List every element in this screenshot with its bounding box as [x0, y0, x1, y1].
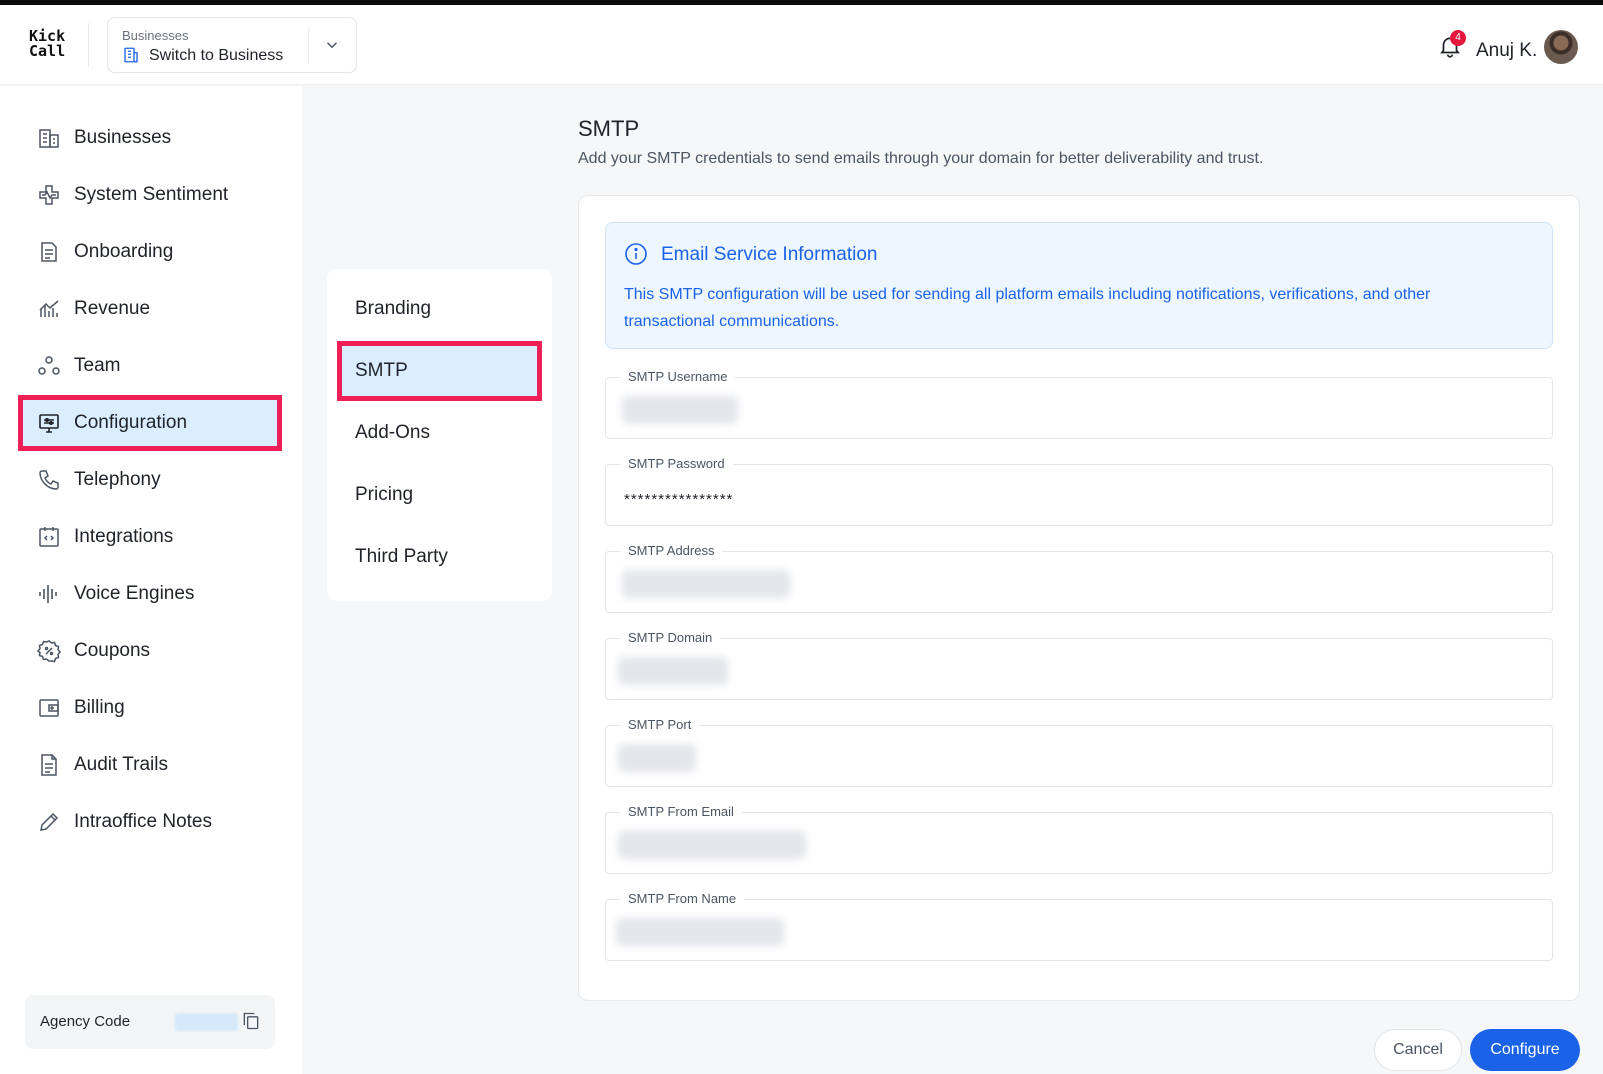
page-description: Add your SMTP credentials to send emails…: [578, 150, 1264, 167]
sidebar-item-businesses[interactable]: Businesses: [18, 110, 282, 166]
smtp-form-card: Email Service Information This SMTP conf…: [578, 195, 1580, 1001]
pencil-icon: [36, 809, 62, 835]
logo-line-2: Call: [29, 42, 66, 60]
field-label: SMTP Domain: [620, 630, 721, 645]
redacted-value: [618, 744, 696, 772]
sidebar-item-label: Audit Trails: [74, 754, 168, 775]
waveform-icon: [36, 581, 62, 607]
chevron-down-icon[interactable]: [323, 36, 341, 54]
info-title: Email Service Information: [661, 244, 878, 265]
page-title: SMTP: [578, 116, 640, 141]
smtp-from-name-field[interactable]: SMTP From Name: [605, 891, 1553, 961]
sidebar-item-label: Revenue: [74, 298, 151, 319]
subnav-item-add-ons[interactable]: Add-Ons: [337, 403, 542, 463]
header: Kick Call Businesses Switch to Business …: [0, 5, 1603, 85]
pulse-icon: [36, 182, 62, 208]
user-name[interactable]: Anuj K.: [1476, 40, 1537, 62]
divider: [88, 23, 89, 67]
configure-button[interactable]: Configure: [1470, 1029, 1580, 1071]
wallet-icon: [36, 695, 62, 721]
sidebar-item-revenue[interactable]: Revenue: [18, 281, 282, 337]
business-switcher-value: Switch to Business: [149, 47, 284, 64]
smtp-port-field[interactable]: SMTP Port: [605, 717, 1553, 787]
subnav-item-smtp[interactable]: SMTP: [337, 341, 542, 401]
config-subnav: Branding SMTP Add-Ons Pricing Third Part…: [327, 269, 552, 601]
file-lines-icon: [36, 752, 62, 778]
cancel-button[interactable]: Cancel: [1374, 1029, 1462, 1071]
building-icon: [124, 47, 138, 63]
info-icon: [625, 243, 647, 265]
sidebar-item-label: Voice Engines: [74, 583, 195, 604]
info-text: This SMTP configuration will be used for…: [624, 286, 1431, 330]
field-value: ****************: [624, 491, 734, 508]
smtp-address-field[interactable]: SMTP Address: [605, 543, 1553, 613]
sidebar-item-label: Team: [74, 355, 121, 376]
field-label: SMTP Address: [620, 543, 723, 558]
business-switcher[interactable]: Businesses Switch to Business: [107, 17, 357, 73]
redacted-value: [616, 918, 784, 946]
coupon-icon: [36, 638, 62, 664]
smtp-from-email-field[interactable]: SMTP From Email: [605, 804, 1553, 874]
team-icon: [36, 353, 62, 379]
smtp-username-field[interactable]: SMTP Username: [605, 369, 1553, 439]
notification-badge: 4: [1450, 30, 1466, 46]
sidebar-item-label: Integrations: [74, 526, 174, 547]
field-label: SMTP Port: [620, 717, 700, 732]
sidebar-item-configuration[interactable]: Configuration: [18, 395, 282, 451]
sidebar-item-integrations[interactable]: Integrations: [18, 509, 282, 565]
sidebar-item-label: Billing: [74, 697, 125, 718]
sidebar-item-label: Onboarding: [74, 241, 174, 262]
agency-code-box: Agency Code: [25, 995, 275, 1049]
smtp-domain-field[interactable]: SMTP Domain: [605, 630, 1553, 700]
avatar[interactable]: [1544, 30, 1578, 64]
monitor-settings-icon: [36, 410, 62, 436]
agency-code-label: Agency Code: [40, 1013, 131, 1030]
document-icon: [36, 239, 62, 265]
sidebar-item-coupons[interactable]: Coupons: [18, 623, 282, 679]
sidebar-item-label: Intraoffice Notes: [74, 811, 213, 832]
sidebar-item-label: Coupons: [74, 640, 151, 661]
redacted-value: [622, 396, 738, 424]
subnav-item-pricing[interactable]: Pricing: [337, 465, 542, 525]
info-banner: Email Service Information This SMTP conf…: [605, 222, 1553, 349]
sidebar-item-intraoffice-notes[interactable]: Intraoffice Notes: [18, 794, 282, 850]
sidebar-item-team[interactable]: Team: [18, 338, 282, 394]
agency-code-value: [175, 1013, 238, 1031]
logo[interactable]: Kick Call: [29, 29, 65, 59]
subnav-item-third-party[interactable]: Third Party: [337, 527, 542, 587]
sidebar-item-system-sentiment[interactable]: System Sentiment: [18, 167, 282, 223]
sidebar-item-voice-engines[interactable]: Voice Engines: [18, 566, 282, 622]
divider: [308, 28, 309, 64]
field-label: SMTP From Name: [620, 891, 745, 906]
sidebar-item-audit-trails[interactable]: Audit Trails: [18, 737, 282, 793]
sidebar-item-label: Configuration: [74, 412, 188, 433]
smtp-password-field[interactable]: SMTP Password ****************: [605, 456, 1553, 526]
revenue-chart-icon: [36, 296, 62, 322]
business-switcher-label: Businesses: [122, 28, 189, 43]
sidebar-item-label: Telephony: [74, 469, 161, 490]
redacted-value: [618, 657, 728, 685]
redacted-value: [618, 831, 806, 859]
sidebar-item-onboarding[interactable]: Onboarding: [18, 224, 282, 280]
sidebar-item-label: System Sentiment: [74, 184, 229, 205]
sidebar-item-billing[interactable]: Billing: [18, 680, 282, 736]
subnav-item-branding[interactable]: Branding: [337, 279, 542, 339]
building-icon: [36, 125, 62, 151]
field-label: SMTP Password: [620, 456, 733, 471]
code-box-icon: [36, 524, 62, 550]
field-label: SMTP From Email: [620, 804, 742, 819]
field-label: SMTP Username: [620, 369, 736, 384]
copy-icon[interactable]: [241, 1011, 261, 1031]
sidebar: Businesses System Sentiment Onboarding R…: [0, 86, 302, 1074]
sidebar-item-telephony[interactable]: Telephony: [18, 452, 282, 508]
redacted-value: [622, 570, 790, 598]
sidebar-item-label: Businesses: [74, 127, 172, 148]
phone-icon: [36, 467, 62, 493]
